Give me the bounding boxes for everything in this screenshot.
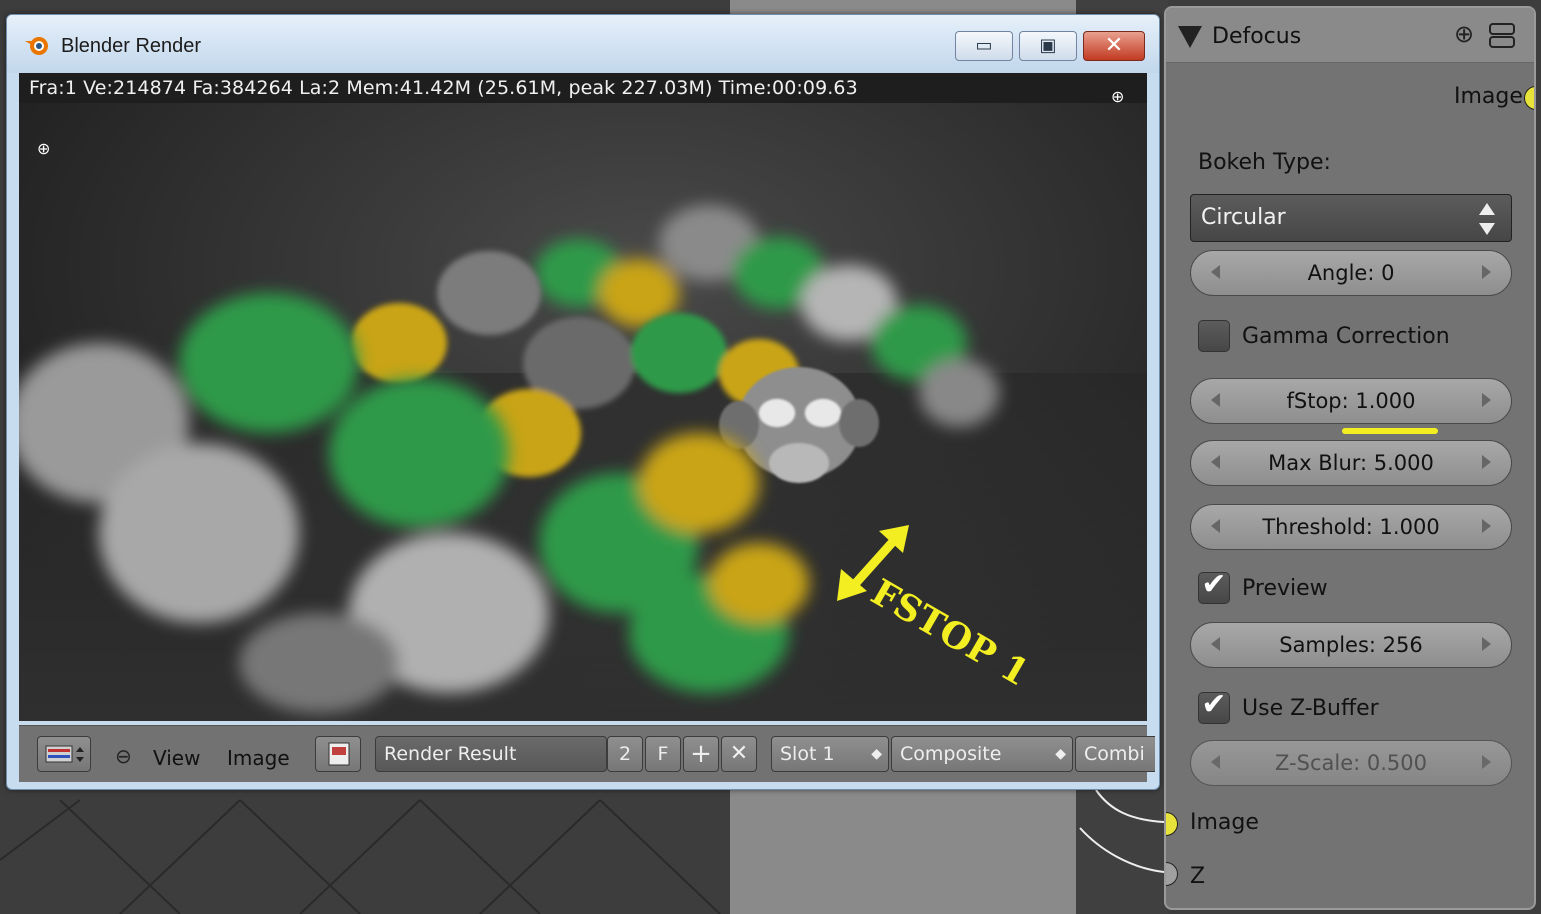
increment-arrow-icon[interactable] [1482, 519, 1491, 533]
bokeh-type-value: Circular [1201, 205, 1286, 230]
updown-icon: ◆ [871, 746, 882, 762]
threshold-field[interactable]: Threshold: 1.000 [1190, 504, 1512, 550]
maximize-icon: ▣ [1039, 35, 1057, 56]
preview-toggle-icon[interactable]: ⊕ [1454, 20, 1474, 48]
layer-selector[interactable]: Composite ◆ [891, 736, 1073, 772]
window-title: Blender Render [61, 35, 202, 57]
image-editor-icon [45, 745, 84, 763]
samples-field[interactable]: Samples: 256 [1190, 622, 1512, 668]
updown-icon: ◆ [1055, 746, 1066, 762]
image-browse-button[interactable] [315, 736, 361, 772]
maximize-button[interactable]: ▣ [1019, 31, 1077, 61]
render-window: Blender Render ▭ ▣ ✕ FSTOP 1 Fra:1 Ve:21… [6, 14, 1160, 790]
title-bar[interactable]: Blender Render ▭ ▣ ✕ [7, 15, 1159, 73]
use-zbuffer-checkbox[interactable]: ✔ [1198, 687, 1230, 724]
gamma-correction-checkbox[interactable] [1198, 320, 1230, 352]
checkmark-icon: ✔ [1201, 687, 1227, 722]
x-icon: ✕ [729, 741, 749, 766]
samples-value: Samples: 256 [1279, 633, 1423, 657]
minimize-button[interactable]: ▭ [955, 31, 1013, 61]
input-image-label: Image [1190, 810, 1259, 835]
gamma-correction-label: Gamma Correction [1242, 324, 1450, 349]
increment-arrow-icon[interactable] [1482, 265, 1491, 279]
fstop-highlight-underline [1342, 428, 1438, 434]
minimize-icon: ▭ [975, 35, 993, 56]
close-button[interactable]: ✕ [1083, 31, 1145, 61]
fstop-field[interactable]: fStop: 1.000 [1190, 378, 1512, 424]
collapse-menu-icon[interactable]: ⊖ [115, 744, 132, 768]
add-icon-right[interactable]: ⊕ [1111, 87, 1124, 106]
angle-value: Angle: 0 [1307, 261, 1395, 285]
plus-icon: + [690, 739, 712, 769]
image-browse-icon [328, 742, 350, 766]
defocus-node[interactable]: Defocus ⊕ Image Bokeh Type: Circular Ang… [1164, 6, 1536, 910]
layer-label: Composite [900, 743, 1002, 765]
node-header[interactable]: Defocus ⊕ [1166, 8, 1534, 63]
updown-icon [1479, 203, 1495, 235]
view-menu[interactable]: View [153, 746, 200, 770]
preview-label: Preview [1242, 576, 1328, 601]
bokeh-type-dropdown[interactable]: Circular [1190, 194, 1512, 242]
angle-field[interactable]: Angle: 0 [1190, 250, 1512, 296]
collapse-triangle-icon[interactable] [1176, 22, 1206, 52]
image-name-field[interactable]: Render Result [375, 736, 607, 772]
users-count-label: 2 [618, 743, 632, 765]
pass-selector[interactable]: Combi [1075, 736, 1155, 772]
editor-type-selector[interactable] [37, 736, 91, 772]
use-zbuffer-label: Use Z-Buffer [1242, 696, 1379, 721]
checkmark-icon: ✔ [1201, 567, 1227, 602]
node-options-icon[interactable] [1488, 22, 1516, 50]
image-menu[interactable]: Image [227, 746, 290, 770]
increment-arrow-icon[interactable] [1482, 455, 1491, 469]
output-image-socket[interactable] [1524, 86, 1534, 110]
blender-logo-icon [25, 37, 48, 55]
input-z-socket[interactable] [1166, 862, 1178, 886]
threshold-value: Threshold: 1.000 [1262, 515, 1440, 539]
fake-user-label: F [657, 743, 669, 765]
zscale-field[interactable]: Z-Scale: 0.500 [1190, 740, 1512, 786]
new-image-button[interactable]: + [683, 736, 719, 772]
input-image-socket[interactable] [1166, 812, 1178, 836]
max-blur-field[interactable]: Max Blur: 5.000 [1190, 440, 1512, 486]
image-editor-header: ⊖ View Image Render Result 2 F + ✕ Slot … [19, 725, 1155, 782]
add-icon[interactable]: ⊕ [37, 139, 50, 158]
pass-label: Combi [1084, 743, 1145, 765]
slot-label: Slot 1 [780, 743, 835, 765]
fstop-value: fStop: 1.000 [1286, 389, 1416, 413]
fake-user-button[interactable]: F [645, 736, 681, 772]
close-icon: ✕ [1104, 33, 1124, 58]
users-count[interactable]: 2 [607, 736, 643, 772]
input-z-label: Z [1190, 864, 1206, 889]
increment-arrow-icon[interactable] [1482, 393, 1491, 407]
image-name: Render Result [384, 743, 517, 765]
increment-arrow-icon[interactable] [1482, 755, 1491, 769]
zscale-value: Z-Scale: 0.500 [1275, 751, 1427, 775]
slot-selector[interactable]: Slot 1 ◆ [771, 736, 889, 772]
preview-checkbox[interactable]: ✔ [1198, 567, 1230, 604]
unlink-image-button[interactable]: ✕ [721, 736, 757, 772]
node-title: Defocus [1212, 24, 1302, 49]
bokeh-type-label: Bokeh Type: [1198, 150, 1331, 175]
output-image-label: Image [1454, 84, 1523, 109]
increment-arrow-icon[interactable] [1482, 637, 1491, 651]
max-blur-value: Max Blur: 5.000 [1268, 451, 1434, 475]
render-stats: Fra:1 Ve:214874 Fa:384264 La:2 Mem:41.42… [29, 77, 858, 99]
